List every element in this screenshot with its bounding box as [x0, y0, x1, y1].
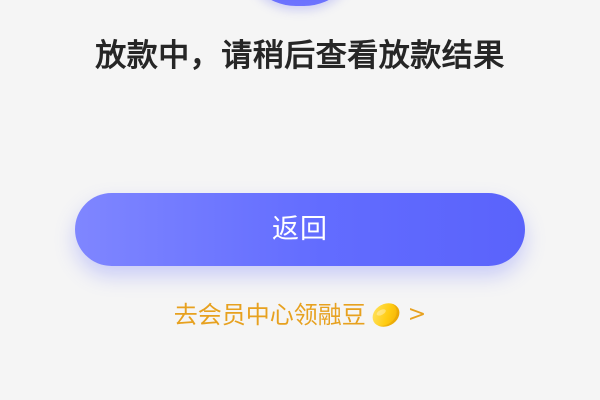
member-center-link[interactable]: 去会员中心领融豆 > — [0, 294, 600, 336]
member-center-link-label: 去会员中心领融豆 — [173, 301, 366, 329]
back-button[interactable]: 返回 — [75, 193, 525, 266]
page-title: 放款中，请稍后查看放款结果 — [95, 38, 505, 74]
chevron-right-icon: > — [407, 302, 427, 327]
bean-icon — [368, 298, 404, 332]
status-graphic-icon — [242, 0, 358, 6]
